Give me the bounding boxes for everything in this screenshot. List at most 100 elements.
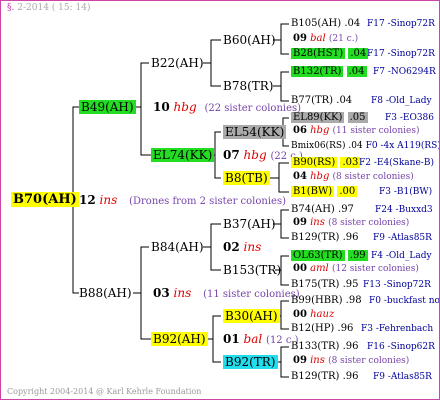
l4-row-14[interactable]: B133(TR) .96 [291,340,359,353]
l4-row-9[interactable]: B129(TR) .96 [291,231,359,244]
l4-label-0[interactable]: B105(AH) [291,18,341,29]
l3-label-2[interactable]: EL54(KK) [223,125,287,139]
l4-val-4: .05 [347,112,368,123]
l1-label-1[interactable]: B88(AH) [79,286,132,300]
l3-mating-text-3: hbg [310,171,330,182]
l4-label-7[interactable]: B1(BW) [291,186,335,197]
l4-label-15[interactable]: B129(TR) [291,371,339,382]
l1-node-0[interactable]: B49(AH) [79,100,136,114]
l4-row-0[interactable]: B105(AH) .04 [291,17,360,30]
l4-label-3[interactable]: B77(TR) [291,95,333,106]
pedigree-frame: §. 2-2014 ( 15: 14) B70(AH) 12 ins (Dron… [0,0,440,400]
l4-val-15: .96 [342,371,359,382]
l4-label-8[interactable]: B74(AH) [291,204,335,215]
l4-label-11[interactable]: B175(TR) [291,279,339,290]
l3-note-2: (11 sister colonies) [332,126,420,136]
l3-mating-text-4: ins [310,217,325,228]
l3-year-3: 04 [293,171,307,182]
l3-node-5[interactable]: B153(TR) [223,264,281,277]
l3-node-3[interactable]: B8(TB) [223,171,270,185]
l4-val-0: .04 [344,18,361,29]
l4-info-14: F16 -Sinop62R [367,342,435,352]
l4-info-10: F4 -Old_Lady [371,251,432,261]
l4-info-4: F3 -EO386 [385,113,434,123]
l4-val-10: .99 [347,250,368,261]
l4-label-1[interactable]: B28(HST) [291,48,346,59]
l3-mating-2: 06 hbg (11 sister colonies) [293,124,419,138]
root-label[interactable]: B70(AH) [11,192,79,207]
l3-label-7[interactable]: B92(TR) [223,355,278,369]
l4-row-1[interactable]: B28(HST) .04 [291,47,369,60]
l2-label-3[interactable]: B92(AH) [151,332,208,346]
l2-node-1[interactable]: EL74(KK) [151,148,215,162]
l2-label-0[interactable]: B22(AH) [151,56,204,70]
l2-mating-text-1: hbg [243,148,267,162]
l3-label-6[interactable]: B30(AH) [223,309,280,323]
l3-note-3: (8 sister colonies) [332,172,414,182]
l3-node-7[interactable]: B92(TR) [223,355,278,369]
l4-label-10[interactable]: OL63(TR) [291,250,345,261]
l3-label-0[interactable]: B60(AH) [223,33,276,47]
l4-label-5[interactable]: Bmix06(RS) [291,141,346,151]
l3-label-5[interactable]: B153(TR) [223,263,281,277]
l4-row-7[interactable]: B1(BW) .00 [291,185,358,198]
l3-note-7: (8 sister colonies) [328,356,410,366]
l3-label-3[interactable]: B8(TB) [223,171,270,185]
l4-val-2: .04 [346,66,367,77]
l2-mating-2: 02 ins [223,241,261,254]
l3-label-4[interactable]: B37(AH) [223,217,276,231]
l4-label-13[interactable]: B12(HP) [291,323,334,334]
l4-row-2[interactable]: B132(TR) .04 [291,65,367,78]
l4-label-2[interactable]: B132(TR) [291,66,344,77]
l2-node-0[interactable]: B22(AH) [151,57,204,70]
l4-label-4[interactable]: EL89(KK) [291,112,345,123]
l4-info-3: F8 -Old_Lady [371,96,432,106]
l3-node-1[interactable]: B78(TR) [223,80,274,93]
l1-label-0[interactable]: B49(AH) [79,100,136,114]
l4-row-13[interactable]: B12(HP) .96 [291,322,353,335]
l3-node-6[interactable]: B30(AH) [223,309,280,323]
l4-label-6[interactable]: B90(RS) [291,157,338,168]
l3-year-0: 09 [293,33,307,44]
l4-label-9[interactable]: B129(TR) [291,232,339,243]
header: §. 2-2014 ( 15: 14) [7,3,90,13]
l3-mating-text-0: bal [310,33,326,44]
l4-row-4[interactable]: EL89(KK) .05 [291,111,368,124]
l4-row-10[interactable]: OL63(TR) .99 [291,249,368,262]
l2-label-2[interactable]: B84(AH) [151,240,204,254]
l4-row-6[interactable]: B90(RS) .03 [291,156,361,169]
l2-label-1[interactable]: EL74(KK) [151,148,215,162]
l4-info-12: F0 -buckfast not [369,296,440,306]
l4-row-8[interactable]: B74(AH) .97 [291,203,354,216]
l4-label-14[interactable]: B133(TR) [291,341,339,352]
root-node[interactable]: B70(AH) [11,192,79,207]
l4-info-11: F13 -Sinop72R [363,280,431,290]
l1-node-1[interactable]: B88(AH) [79,287,132,300]
l2-node-2[interactable]: B84(AH) [151,241,204,254]
l4-val-5: .04 [348,141,363,151]
l3-mating-text-5: aml [310,263,329,274]
l4-val-8: .97 [338,204,354,215]
l3-label-1[interactable]: B78(TR) [223,79,274,93]
l4-row-5[interactable]: Bmix06(RS) .04 F0 -4x A119(RS) [291,140,439,153]
l3-node-2[interactable]: EL54(KK) [223,125,287,139]
header-mark: §. [7,3,15,13]
l4-row-11[interactable]: B175(TR) .95 [291,278,359,291]
l4-info-8: F24 -Buxxd3 [375,205,433,215]
root-note: (Drones from 2 sister colonies) [129,196,286,207]
l3-node-4[interactable]: B37(AH) [223,218,276,231]
l4-label-12[interactable]: B99(HBR) [291,295,342,306]
l4-info-0: F17 -Sinop72R [367,19,435,29]
l3-node-0[interactable]: B60(AH) [223,34,276,47]
l2-mating-text-3: bal [243,332,263,346]
l1-year-0: 10 [153,100,170,114]
l3-mating-7: 09 ins (8 sister colonies) [293,354,409,368]
l4-info-15: F9 -Atlas85R [373,372,432,382]
l2-year-2: 02 [223,240,240,254]
l4-row-12[interactable]: B99(HBR) .98 [291,294,362,307]
l3-year-4: 09 [293,217,307,228]
l4-row-3[interactable]: B77(TR) .04 [291,94,352,107]
l4-row-15[interactable]: B129(TR) .96 [291,370,359,383]
l2-node-3[interactable]: B92(AH) [151,332,208,346]
l1-mating-text-1: ins [173,286,192,300]
